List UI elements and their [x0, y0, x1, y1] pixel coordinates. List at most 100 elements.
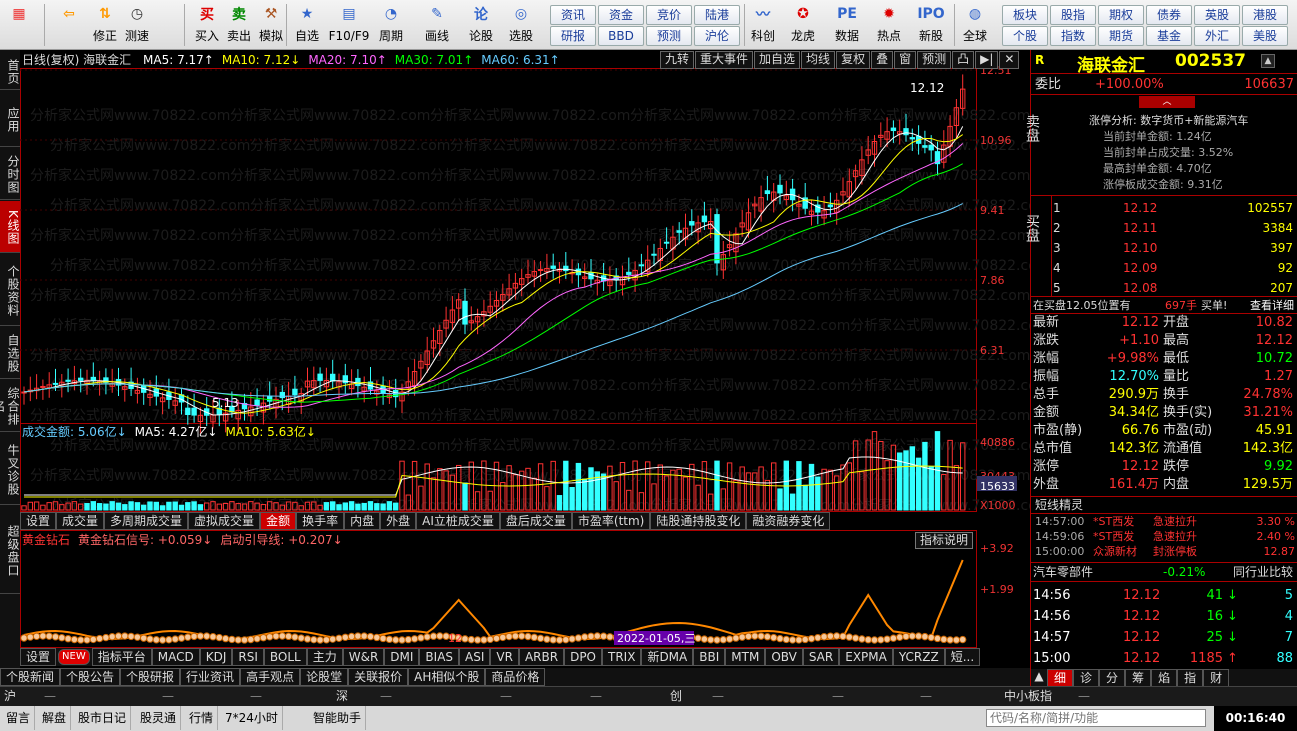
toolbar-up-down-button[interactable]: ⇅ 修正 — [88, 2, 122, 48]
index-status-item[interactable]: 中小板指 — [1004, 687, 1052, 706]
toolbar-back-arrow-button[interactable]: ⇦ — [52, 2, 86, 48]
chart-top-button[interactable]: 加自选 — [754, 51, 801, 69]
toolbar-small-button[interactable]: 债券 — [1146, 5, 1192, 25]
volume-tab[interactable]: AI立桩成交量 — [416, 512, 500, 530]
toolbar-small-button[interactable]: 资金 — [598, 5, 644, 25]
indicator-tab[interactable]: DMI — [384, 648, 420, 666]
chart-area[interactable]: 分析家公式网www.70822.com 分析家公式网www.70822.com 分析… — [20, 50, 1030, 668]
status-button[interactable]: 解盘 — [38, 706, 72, 730]
indicator-tab[interactable]: DPO — [564, 648, 602, 666]
right-tab-up-icon[interactable]: ▲ — [1031, 669, 1047, 687]
toolbar-hot-button[interactable]: ✹ 热点 — [872, 2, 906, 48]
chart-top-button[interactable]: 凸 — [952, 51, 975, 69]
chart-top-button[interactable]: 均线 — [801, 51, 836, 69]
indicator-tab[interactable]: 指标平台 — [91, 648, 152, 666]
bid-row[interactable]: 2 12.11 3384 — [1051, 218, 1297, 238]
indicator-tab[interactable]: 新DMA — [641, 648, 694, 666]
chart-top-button[interactable]: ✕ — [999, 51, 1020, 69]
bid-row[interactable]: 3 12.10 397 — [1051, 238, 1297, 258]
left-tab-7[interactable]: 牛叉诊股 — [0, 433, 20, 505]
toolbar-filter-button[interactable]: ◎ 选股 — [504, 2, 538, 48]
indicator-tab[interactable]: KDJ — [199, 648, 233, 666]
right-tab[interactable]: 诊 — [1073, 669, 1100, 687]
indicator-tab[interactable]: ARBR — [518, 648, 565, 666]
volume-tab[interactable]: 成交量 — [56, 512, 105, 530]
toolbar-small-button[interactable]: 基金 — [1146, 26, 1192, 46]
volume-tab[interactable]: 虚拟成交量 — [188, 512, 261, 530]
left-tab-4[interactable]: 个股资料 — [0, 254, 20, 326]
chart-top-button[interactable]: ▶| — [975, 51, 999, 69]
toolbar-chat-button[interactable]: 论论股 — [464, 2, 498, 48]
volume-tab[interactable]: 金额 — [260, 512, 297, 530]
status-button[interactable]: 行情 — [185, 706, 219, 730]
indicator-tab[interactable]: 设置 — [20, 648, 57, 666]
toolbar-dragon-button[interactable]: ✪ 龙虎 — [786, 2, 820, 48]
indicator-tab[interactable]: TRIX — [602, 648, 642, 666]
toolbar-small-button[interactable]: 期货 — [1098, 26, 1144, 46]
indicator-tab[interactable]: MACD — [151, 648, 200, 666]
volume-tab[interactable]: 盘后成交量 — [499, 512, 572, 530]
bid-row[interactable]: 5 12.08 207 — [1051, 278, 1297, 298]
bottom-info-tab[interactable]: 个股新闻 — [0, 668, 61, 686]
toolbar-pe-button[interactable]: PE 数据 — [830, 2, 864, 48]
toolbar-small-button[interactable]: 板块 — [1002, 5, 1048, 25]
indicator-tab[interactable]: 主力 — [306, 648, 343, 666]
toolbar-f10-button[interactable]: ▤ F10/F9 — [329, 2, 370, 48]
status-button[interactable]: 智能助手 — [309, 706, 367, 730]
toolbar-small-button[interactable]: 英股 — [1194, 5, 1240, 25]
bottom-info-tab[interactable]: 高手观点 — [240, 668, 301, 686]
toolbar-small-button[interactable]: 沪伦 — [694, 26, 740, 46]
sector-compare-button[interactable]: 同行业比较 — [1233, 563, 1293, 582]
bid-row[interactable]: 1 12.12 102557 — [1051, 198, 1297, 218]
chart-top-button[interactable]: 复权 — [836, 51, 871, 69]
toolbar-small-button[interactable]: 预测 — [646, 26, 692, 46]
scroll-up-icon[interactable]: ▲ — [1261, 54, 1275, 68]
toolbar-small-button[interactable]: BBD — [598, 26, 644, 46]
left-tab-3[interactable]: K线图 — [0, 201, 20, 253]
indicator-tab[interactable]: EXPMA — [839, 648, 893, 666]
toolbar-small-button[interactable]: 竞价 — [646, 5, 692, 25]
bottom-info-tab[interactable]: 商品价格 — [485, 668, 546, 686]
indicator-tab[interactable]: SAR — [802, 648, 840, 666]
volume-tab[interactable]: 市盈率(ttm) — [571, 512, 651, 530]
toolbar-small-button[interactable]: 研报 — [550, 26, 596, 46]
indicator-tab[interactable]: RSI — [232, 648, 264, 666]
status-button[interactable]: 股市日记 — [74, 706, 132, 730]
toolbar-small-button[interactable]: 股指 — [1050, 5, 1096, 25]
right-tab[interactable]: 筹 — [1125, 669, 1152, 687]
chart-top-button[interactable]: 叠 — [871, 51, 894, 69]
toolbar-cycle-button[interactable]: ◔ 周期 — [374, 2, 408, 48]
left-tab-1[interactable]: 应用 — [0, 91, 20, 147]
toolbar-small-button[interactable]: 港股 — [1242, 5, 1288, 25]
chart-top-button[interactable]: 窗 — [894, 51, 917, 69]
indicator-tab[interactable]: BIAS — [419, 648, 460, 666]
indicator-tab[interactable]: ASI — [459, 648, 491, 666]
indicator-tab[interactable]: 短... — [944, 648, 981, 666]
toolbar-windows-button[interactable]: ▦ — [2, 2, 36, 48]
volume-tab[interactable]: 陆股通持股变化 — [650, 512, 747, 530]
toolbar-star-button[interactable]: ★ 自选 — [290, 2, 324, 48]
indicator-tab[interactable]: VR — [490, 648, 519, 666]
toolbar-small-button[interactable]: 期权 — [1098, 5, 1144, 25]
view-detail-link[interactable]: 查看详细 — [1250, 297, 1294, 315]
status-button[interactable]: 7*24小时 — [221, 706, 283, 730]
status-button[interactable]: 留言 — [2, 706, 36, 730]
toolbar-clock-button[interactable]: ◷ 测速 — [120, 2, 154, 48]
chart-top-button[interactable]: 九转 — [660, 51, 695, 69]
chart-top-button[interactable]: 预测 — [917, 51, 952, 69]
toolbar-small-button[interactable]: 美股 — [1242, 26, 1288, 46]
indicator-tab[interactable]: BOLL — [263, 648, 307, 666]
indicator-tab[interactable]: MTM — [725, 648, 766, 666]
bid-row[interactable]: 4 12.09 92 — [1051, 258, 1297, 278]
indicator-tab[interactable]: OBV — [765, 648, 803, 666]
toolbar-kc-button[interactable]: 〰科创 — [746, 2, 780, 48]
volume-tab[interactable]: 外盘 — [380, 512, 417, 530]
search-input[interactable] — [986, 709, 1206, 727]
left-tab-5[interactable]: 自选股 — [0, 327, 20, 379]
bottom-info-tab[interactable]: 论股堂 — [300, 668, 349, 686]
bottom-info-tab[interactable]: 关联报价 — [348, 668, 409, 686]
indicator-tab[interactable]: NEW — [58, 649, 90, 665]
indicator-help-button[interactable]: 指标说明 — [915, 532, 974, 549]
toolbar-globe-button[interactable]: ◍ 全球 — [958, 2, 992, 48]
short-item[interactable]: 14:59:06 *ST西发 急速拉升 2.40 % — [1031, 529, 1297, 544]
